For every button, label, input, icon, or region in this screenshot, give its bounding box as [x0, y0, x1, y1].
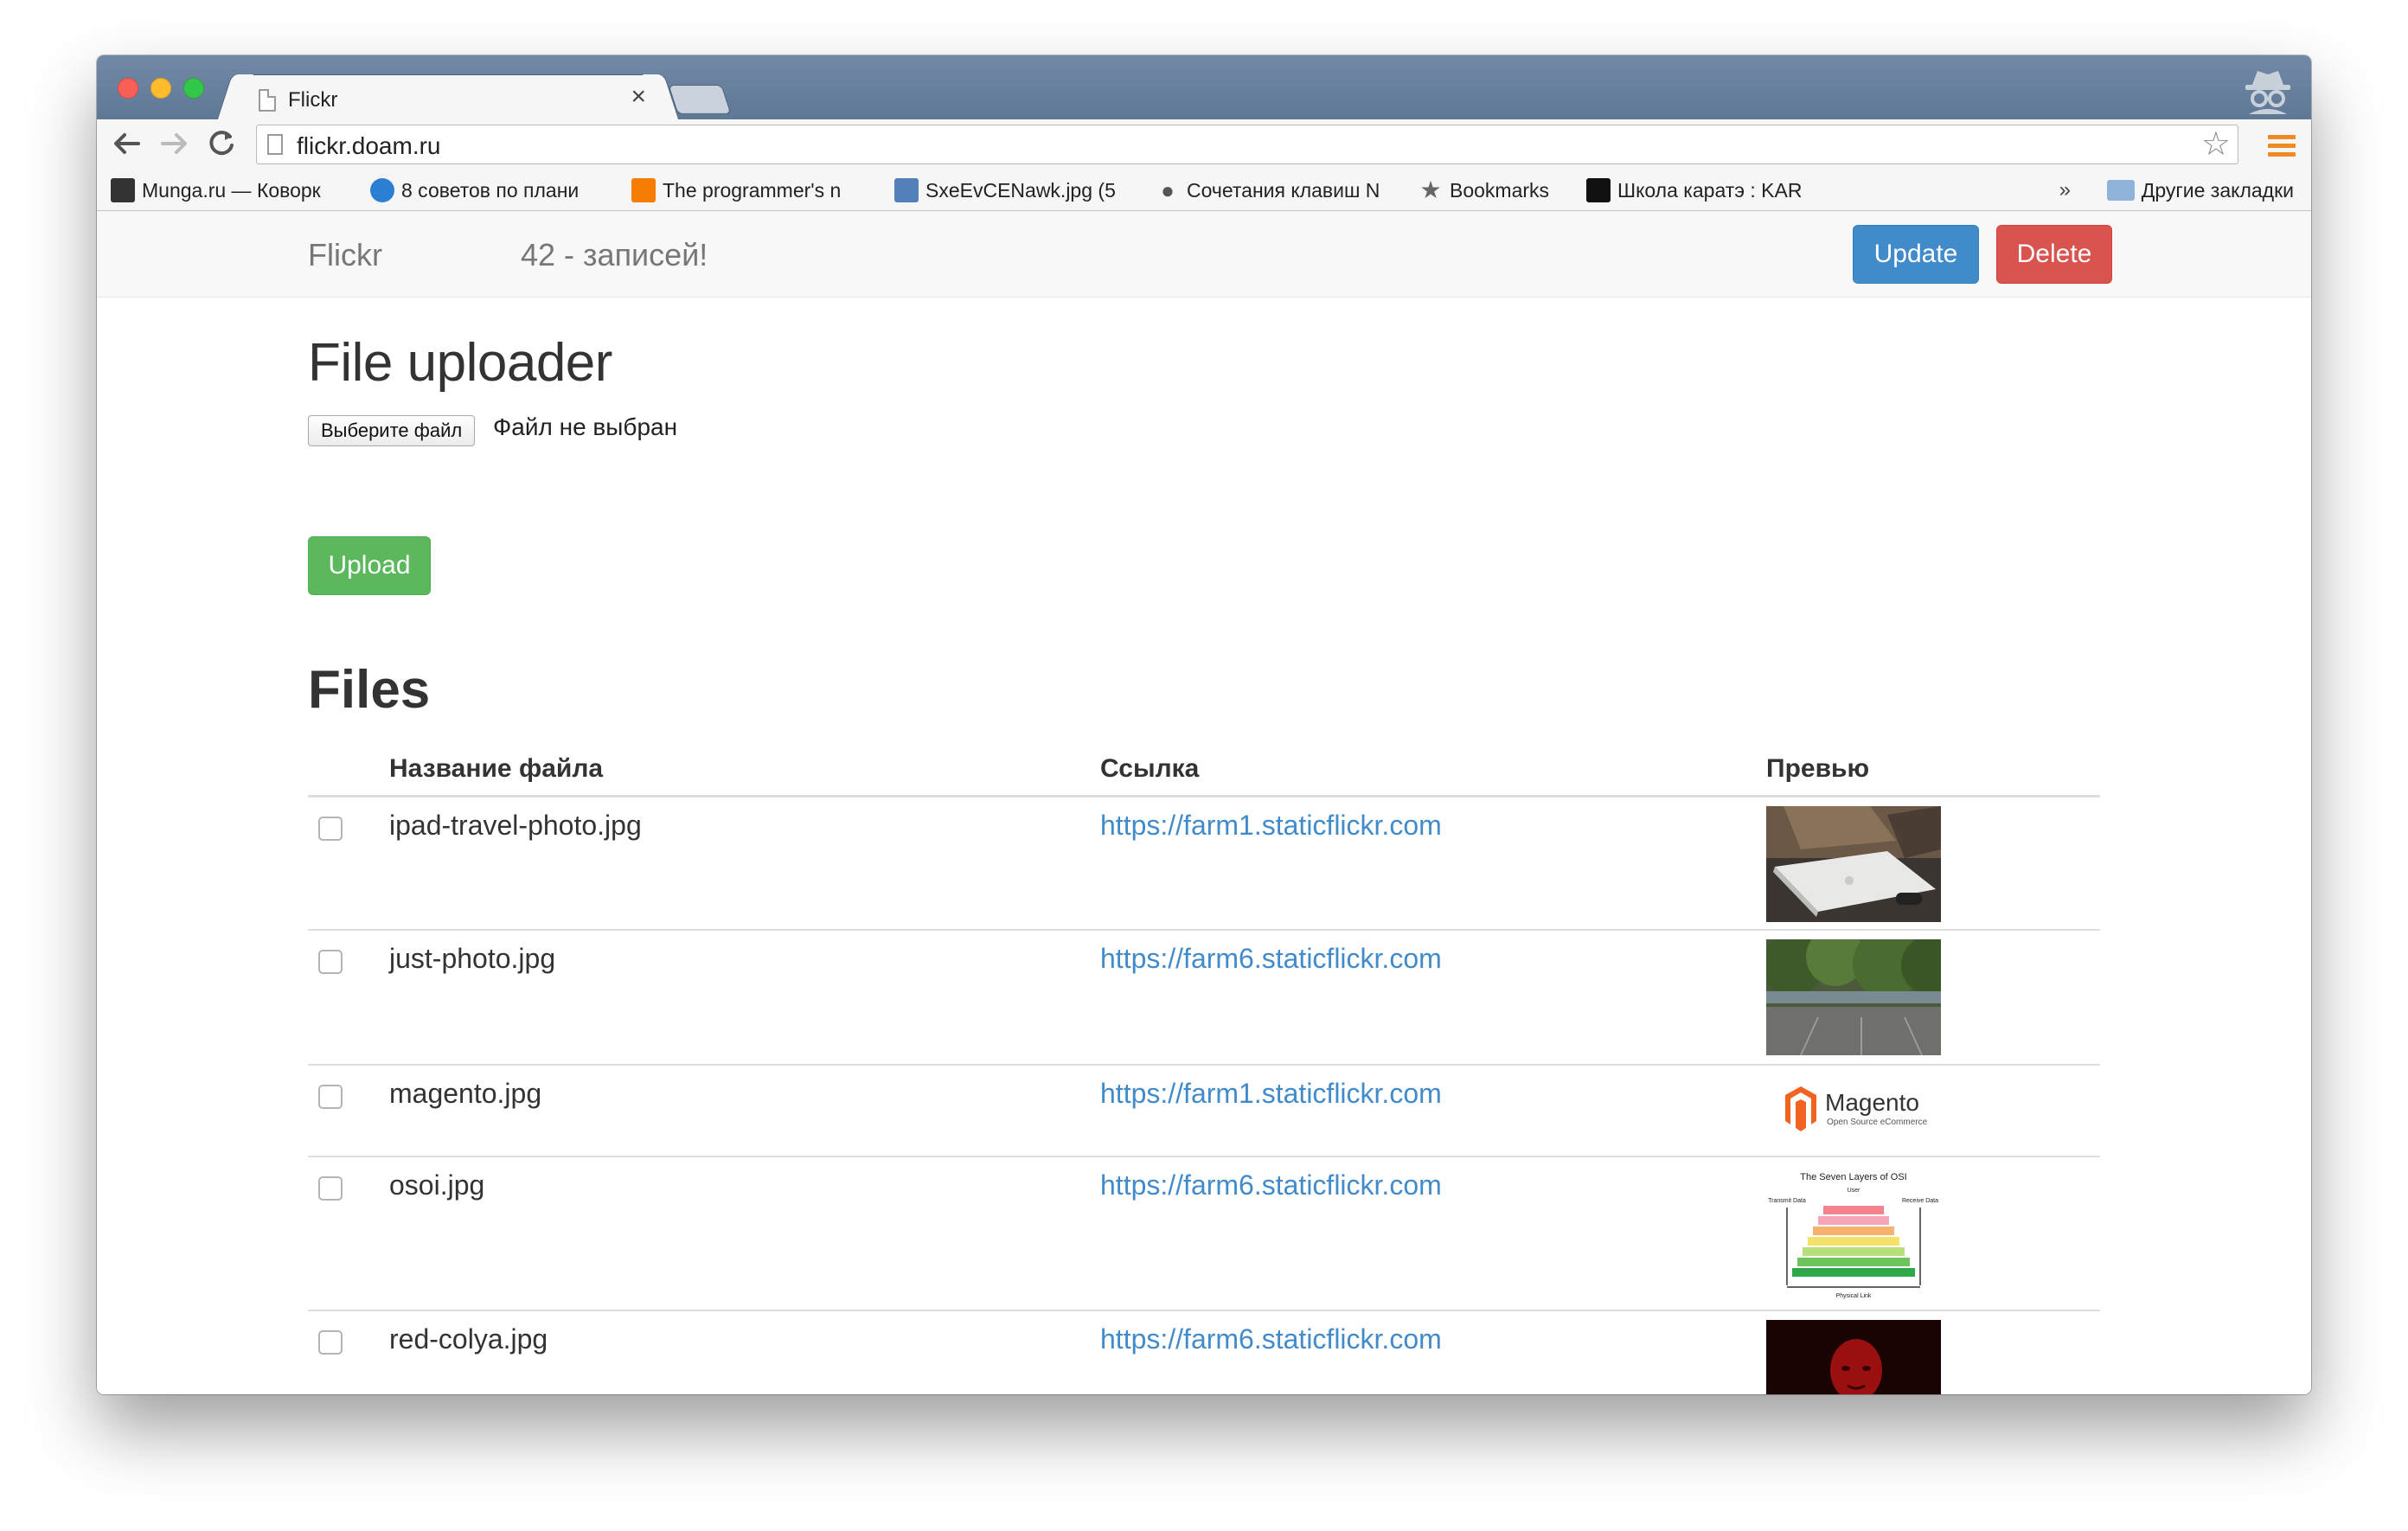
table-row: osoi.jpg https://farm6.staticflickr.com … [308, 1157, 2100, 1311]
osi-title: The Seven Layers of OSI [1800, 1172, 1907, 1182]
bookmark-star-icon[interactable]: ☆ [2201, 127, 2231, 162]
file-name: just-photo.jpg [389, 943, 556, 974]
bookmark-item[interactable]: SxeEvCENawk.jpg (5 [894, 176, 1145, 204]
file-link[interactable]: https://farm6.staticflickr.com [1100, 943, 1442, 975]
app-navbar: Flickr 42 - записей! Update Delete [97, 211, 2311, 298]
file-link[interactable]: https://farm6.staticflickr.com [1100, 1169, 1442, 1201]
table-row: ipad-travel-photo.jpg https://farm1.stat… [308, 798, 2100, 931]
bookmarks-bar: Munga.ru — Коворк 8 советов по плани The… [97, 170, 2311, 211]
row-checkbox[interactable] [318, 1085, 343, 1109]
files-table: Название файла Ссылка Превью ipad-travel… [308, 737, 2100, 1394]
bookmark-item[interactable]: Munga.ru — Коворк [111, 176, 353, 204]
bookmark-item[interactable]: Школа каратэ : KAR [1586, 176, 1827, 204]
minimize-window-button[interactable] [150, 78, 171, 99]
file-name: magento.jpg [389, 1078, 542, 1109]
preview-image-osi[interactable]: The Seven Layers of OSI User Transmit Da… [1766, 1168, 1941, 1303]
column-header-preview: Превью [1766, 754, 1870, 783]
page-icon [259, 89, 276, 112]
page-content: Flickr 42 - записей! Update Delete File … [97, 211, 2311, 1394]
zoom-window-button[interactable] [183, 78, 204, 99]
table-header: Название файла Ссылка Превью [308, 737, 2100, 798]
table-row: just-photo.jpg https://farm6.staticflick… [308, 931, 2100, 1066]
update-button[interactable]: Update [1853, 225, 1979, 284]
apple-icon: ● [1161, 176, 1175, 203]
file-name: osoi.jpg [389, 1169, 485, 1201]
row-checkbox[interactable] [318, 1176, 343, 1201]
bookmarks-overflow-icon[interactable]: » [2059, 178, 2071, 202]
file-status-text: Файл не выбран [493, 413, 678, 440]
navbar-brand[interactable]: Flickr [308, 237, 382, 273]
choose-file-button[interactable]: Выберите файл [308, 415, 476, 446]
osi-left-label: Transmit Data [1768, 1198, 1806, 1204]
file-link[interactable]: https://farm1.staticflickr.com [1100, 1078, 1442, 1110]
vk-icon [894, 177, 919, 202]
delete-button[interactable]: Delete [1996, 225, 2112, 284]
row-checkbox[interactable] [318, 1330, 343, 1355]
column-header-name: Название файла [389, 754, 604, 783]
file-link[interactable]: https://farm6.staticflickr.com [1100, 1323, 1442, 1355]
preview-image-ipad[interactable] [1766, 806, 1941, 922]
uploader-heading: File uploader [308, 333, 612, 393]
new-tab-button[interactable] [668, 85, 732, 114]
browser-window: Flickr × flickr.doam.ru ☆ Munga.ru — Ков… [97, 55, 2311, 1394]
back-arrow-icon[interactable] [109, 126, 144, 161]
address-bar[interactable]: flickr.doam.ru ☆ [256, 125, 2238, 164]
magento-logo-title: Magento [1825, 1089, 1919, 1116]
column-header-link: Ссылка [1100, 754, 1200, 783]
table-row: magento.jpg https://farm1.staticflickr.c… [308, 1066, 2100, 1157]
close-window-button[interactable] [118, 78, 138, 99]
other-bookmarks-folder[interactable]: Другие закладки [2106, 176, 2294, 204]
tab-close-icon[interactable]: × [631, 82, 646, 111]
preview-image-magento[interactable]: Magento Open Source eCommerce [1766, 1078, 1941, 1147]
title-bar: Flickr × [97, 55, 2311, 121]
forward-arrow-icon[interactable] [157, 126, 192, 161]
files-heading: Files [308, 660, 431, 720]
munga-icon [111, 177, 135, 202]
blogger-icon [631, 177, 656, 202]
row-checkbox[interactable] [318, 950, 343, 974]
karate-icon [1586, 177, 1611, 202]
table-row: red-colya.jpg https://farm6.staticflickr… [308, 1311, 2100, 1394]
folder-icon [2106, 179, 2135, 201]
bookmark-item[interactable]: 8 советов по плани [370, 176, 614, 204]
file-link[interactable]: https://farm1.staticflickr.com [1100, 810, 1442, 842]
incognito-icon [2240, 66, 2296, 116]
upload-button[interactable]: Upload [308, 536, 431, 595]
bookmark-item[interactable]: ★ Bookmarks [1419, 176, 1591, 204]
page-icon [267, 134, 283, 155]
star-icon: ★ [1419, 176, 1442, 203]
browser-toolbar: flickr.doam.ru ☆ [97, 119, 2311, 170]
osi-right-label: Receive Data [1902, 1198, 1938, 1204]
file-name: red-colya.jpg [389, 1323, 548, 1355]
preview-image-park[interactable] [1766, 939, 1941, 1055]
bookmark-item[interactable]: The programmer's n [631, 176, 881, 204]
bird-icon [370, 177, 394, 202]
browser-tab-active[interactable]: Flickr × [235, 74, 661, 121]
preview-image-red-portrait[interactable] [1766, 1320, 1941, 1394]
file-name: ipad-travel-photo.jpg [389, 810, 642, 841]
osi-bottom-label: Physical Link [1836, 1293, 1872, 1299]
browser-menu-icon[interactable] [2268, 135, 2296, 157]
url-text[interactable]: flickr.doam.ru [297, 132, 441, 160]
tab-title: Flickr [288, 88, 338, 112]
reload-icon[interactable] [204, 126, 239, 161]
osi-top-label: User [1848, 1188, 1860, 1194]
row-checkbox[interactable] [318, 817, 343, 841]
record-count: 42 - записей! [521, 237, 708, 272]
magento-logo-sub: Open Source eCommerce [1827, 1118, 1928, 1127]
